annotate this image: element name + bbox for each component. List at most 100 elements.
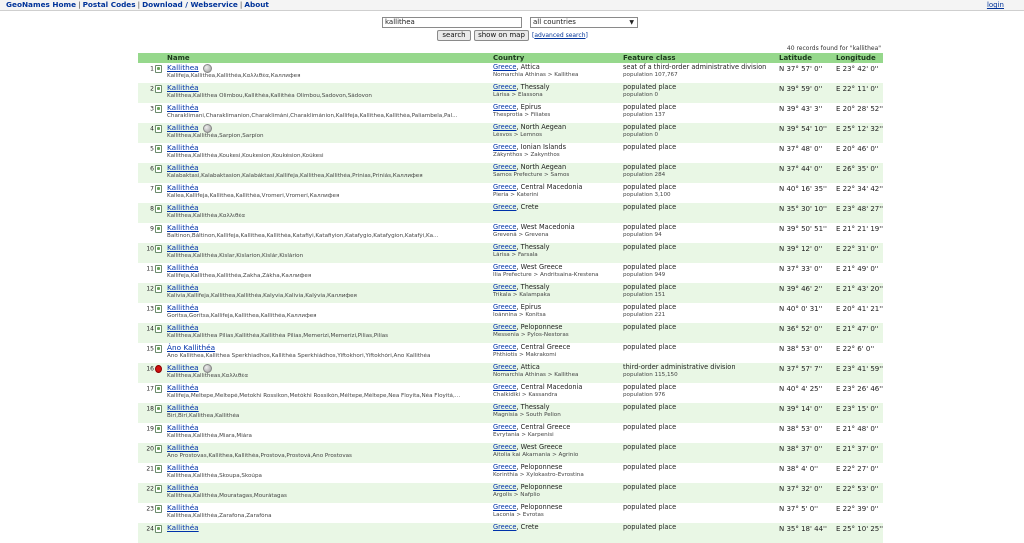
map-marker-icon[interactable] <box>155 465 162 473</box>
map-marker-icon[interactable] <box>155 65 162 73</box>
country-link[interactable]: Greece <box>493 483 516 491</box>
nav-geonames-home-link[interactable]: GeoNames Home <box>6 0 76 9</box>
place-name-link[interactable]: Kallithéa <box>167 463 199 472</box>
place-name-link[interactable]: Kallithéa <box>167 523 199 532</box>
place-name-link[interactable]: Kallithéa <box>167 263 199 272</box>
nav-about-link[interactable]: About <box>244 0 269 9</box>
row-number-cell: 24 <box>138 523 164 543</box>
country-link[interactable]: Greece <box>493 223 516 231</box>
map-marker-icon[interactable] <box>155 485 162 493</box>
place-name-link[interactable]: Kallithéa <box>167 223 199 232</box>
place-name-link[interactable]: Kallithéa <box>167 323 199 332</box>
place-name-link[interactable]: Kallithéa <box>167 383 199 392</box>
country-link[interactable]: Greece <box>493 523 516 531</box>
place-name-link[interactable]: Kallithea <box>167 363 199 372</box>
country-link[interactable]: Greece <box>493 443 516 451</box>
place-name-link[interactable]: Kallithéa <box>167 303 199 312</box>
globe-icon[interactable] <box>202 363 212 373</box>
country-link[interactable]: Greece <box>493 403 516 411</box>
place-name-link[interactable]: Kallithéa <box>167 443 199 452</box>
place-name-link[interactable]: Kallithéa <box>167 123 199 132</box>
latitude-cell: N 35° 30' 10'' <box>776 203 833 223</box>
map-marker-icon[interactable] <box>155 225 162 233</box>
place-name-link[interactable]: Kallithéa <box>167 243 199 252</box>
alternate-names: Kallifeja,Kallithea,Kallithéa,Zakha,Zákh… <box>167 273 312 279</box>
map-marker-icon[interactable] <box>155 445 162 453</box>
globe-icon[interactable] <box>202 63 212 73</box>
map-marker-icon[interactable] <box>155 265 162 273</box>
login-link[interactable]: login <box>987 0 1004 10</box>
show-on-map-button[interactable]: show on map <box>474 30 529 41</box>
country-link[interactable]: Greece <box>493 243 516 251</box>
alternate-names: Kalabaktasi,Kalabaktasion,Kalabáktasi,Ka… <box>167 173 423 179</box>
longitude-cell: E 25° 12' 32'' <box>833 123 883 143</box>
country-link[interactable]: Greece <box>493 83 516 91</box>
globe-icon[interactable] <box>202 123 212 133</box>
map-marker-icon[interactable] <box>155 165 162 173</box>
nav-postal-codes-link[interactable]: Postal Codes <box>83 0 136 9</box>
place-name-link[interactable]: Kallithéa <box>167 423 199 432</box>
place-name-link[interactable]: Kallithéa <box>167 103 199 112</box>
alternate-names: Kallithea,Kallithéa,Sarpion,Sarpíon <box>167 133 264 139</box>
search-input[interactable]: kallithea <box>382 17 522 28</box>
table-row: 5 Kallithéa Kallithea,Kallithéa,Koukesi,Ko… <box>138 143 883 163</box>
place-name-link[interactable]: Kallithéa <box>167 83 199 92</box>
place-name-link[interactable]: Kallithéa <box>167 403 199 412</box>
map-marker-icon[interactable] <box>155 125 162 133</box>
place-name-link[interactable]: Kallithea <box>167 63 199 72</box>
country-link[interactable]: Greece <box>493 163 516 171</box>
map-marker-icon[interactable] <box>155 525 162 533</box>
advanced-search-link[interactable]: advanced search <box>534 32 585 39</box>
admin-path: Magnisia > South Pelion <box>493 412 561 418</box>
map-marker-icon[interactable] <box>155 245 162 253</box>
map-marker-icon[interactable] <box>155 285 162 293</box>
country-link[interactable]: Greece <box>493 63 516 71</box>
place-name-link[interactable]: Kallithéa <box>167 163 199 172</box>
map-marker-icon[interactable] <box>155 205 162 213</box>
country-link[interactable]: Greece <box>493 383 516 391</box>
map-marker-icon[interactable] <box>155 345 162 353</box>
search-button[interactable]: search <box>437 30 471 41</box>
map-marker-icon[interactable] <box>155 405 162 413</box>
map-marker-icon[interactable] <box>155 145 162 153</box>
latitude-cell: N 37° 48' 0'' <box>776 143 833 163</box>
country-link[interactable]: Greece <box>493 103 516 111</box>
country-link[interactable]: Greece <box>493 503 516 511</box>
map-marker-icon[interactable] <box>155 325 162 333</box>
map-marker-icon[interactable] <box>155 85 162 93</box>
country-link[interactable]: Greece <box>493 143 516 151</box>
nav-download-webservice-link[interactable]: Download / Webservice <box>142 0 238 9</box>
map-marker-icon[interactable] <box>155 425 162 433</box>
feature-cell: populated place <box>620 483 776 503</box>
country-link[interactable]: Greece <box>493 323 516 331</box>
country-link[interactable]: Greece <box>493 463 516 471</box>
map-marker-icon[interactable] <box>155 505 162 513</box>
place-name-link[interactable]: Kallithéa <box>167 283 199 292</box>
map-marker-icon[interactable] <box>155 185 162 193</box>
country-select[interactable]: all countries ▼ <box>530 17 638 28</box>
country-link[interactable]: Greece <box>493 123 516 131</box>
map-marker-icon[interactable] <box>155 305 162 313</box>
place-name-link[interactable]: Kallithéa <box>167 183 199 192</box>
country-link[interactable]: Greece <box>493 343 516 351</box>
red-marker-icon[interactable] <box>155 365 162 373</box>
row-number-cell: 19 <box>138 423 164 443</box>
country-link[interactable]: Greece <box>493 183 516 191</box>
country-cell: Greece, North Aegean Samos Prefecture > S… <box>490 163 620 183</box>
table-row: 17 Kallithéa Kallifeja,Meltepe,Meltepé,Met… <box>138 383 883 403</box>
map-marker-icon[interactable] <box>155 105 162 113</box>
country-link[interactable]: Greece <box>493 283 516 291</box>
place-name-link[interactable]: Kallithéa <box>167 203 199 212</box>
country-link[interactable]: Greece <box>493 203 516 211</box>
place-name-link[interactable]: Áno Kallithéa <box>167 343 215 352</box>
place-name-link[interactable]: Kallithéa <box>167 503 199 512</box>
feature-cell: populated place <box>620 143 776 163</box>
country-link[interactable]: Greece <box>493 363 516 371</box>
place-name-link[interactable]: Kallithéa <box>167 143 199 152</box>
country-link[interactable]: Greece <box>493 423 516 431</box>
map-marker-icon[interactable] <box>155 385 162 393</box>
alternate-names: Kallithea,Kallithéa,Miara,Miára <box>167 433 252 439</box>
country-link[interactable]: Greece <box>493 303 516 311</box>
place-name-link[interactable]: Kallithéa <box>167 483 199 492</box>
country-link[interactable]: Greece <box>493 263 516 271</box>
